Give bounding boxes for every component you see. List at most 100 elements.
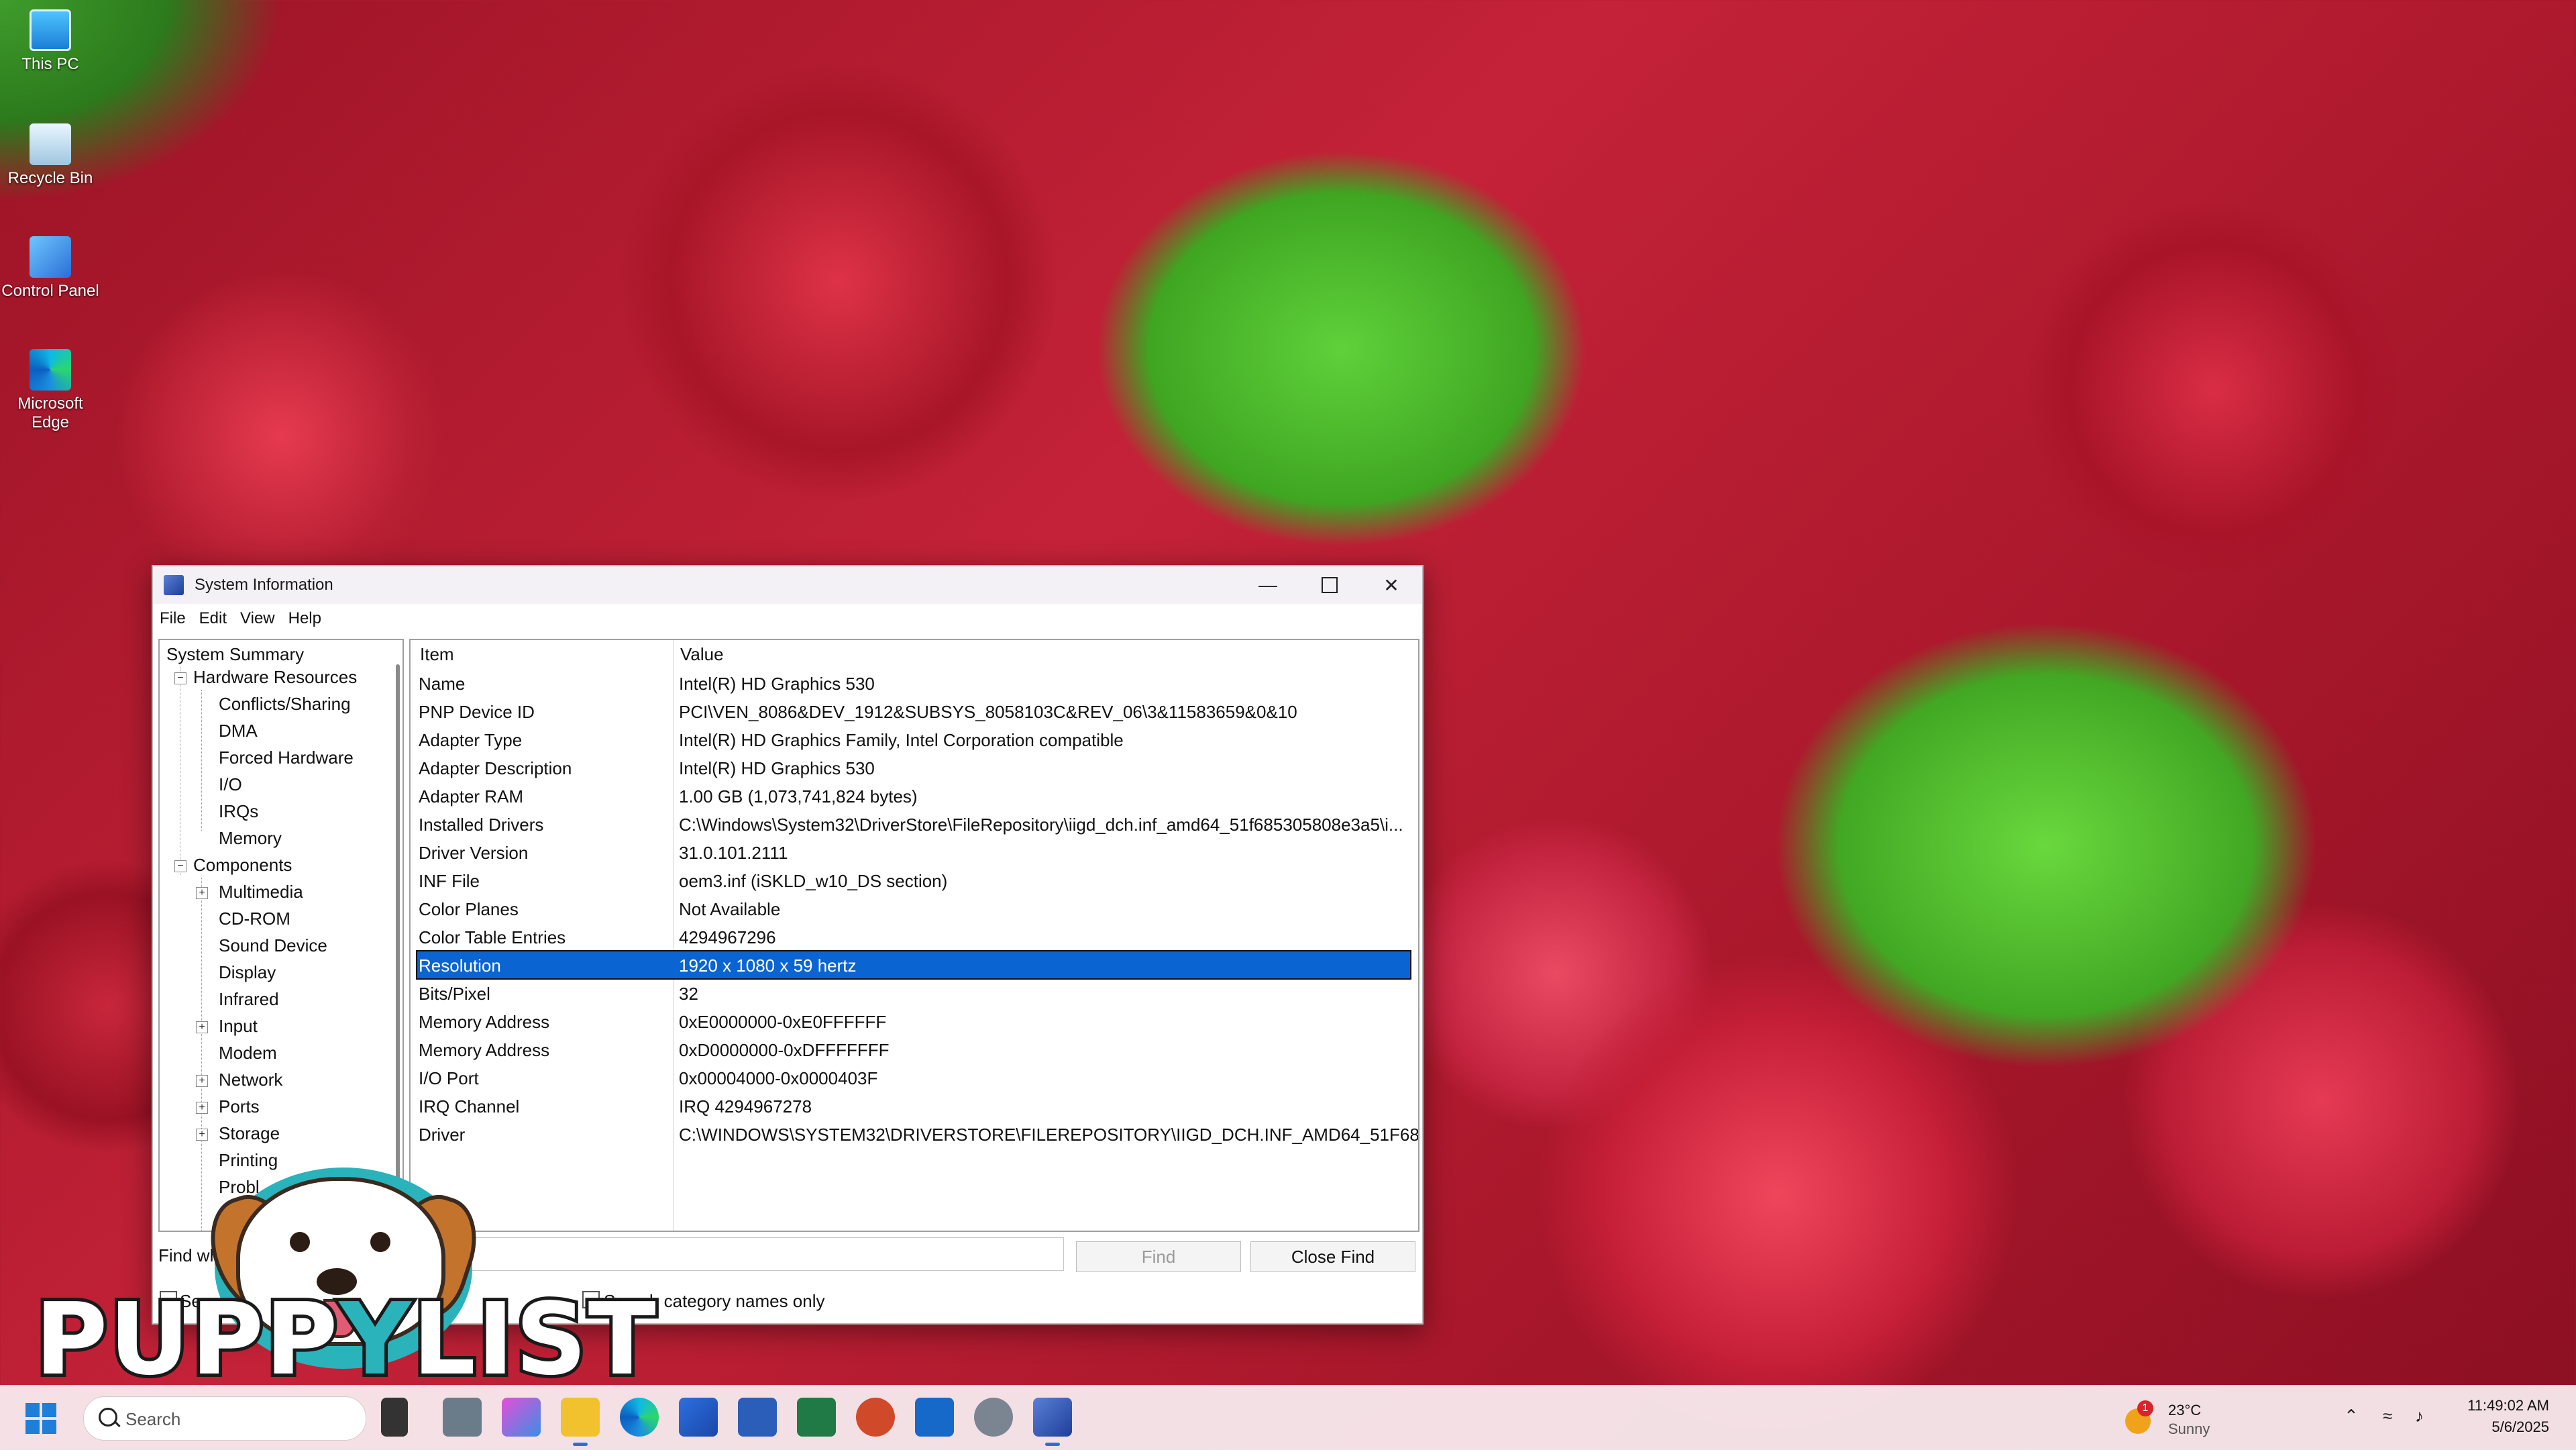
table-row[interactable]: Color Planes Not Available	[417, 895, 1410, 922]
table-row[interactable]: Adapter RAM 1.00 GB (1,073,741,824 bytes)	[417, 782, 1410, 809]
desktop-icon-recycle-bin[interactable]: Recycle Bin	[0, 118, 101, 188]
close-icon: ✕	[1383, 574, 1399, 596]
wifi-icon[interactable]: ≈	[2383, 1406, 2392, 1427]
table-row[interactable]: Memory Address 0xD0000000-0xDFFFFFFF	[417, 1036, 1410, 1063]
tree-item-hardware-resources[interactable]: Hardware Resources	[193, 667, 357, 688]
row-value: PCI\VEN_8086&DEV_1912&SUBSYS_8058103C&RE…	[679, 702, 1297, 722]
taskbar-search-box[interactable]: Search	[83, 1396, 366, 1441]
camera-app-icon[interactable]	[443, 1398, 482, 1437]
word-icon[interactable]	[738, 1398, 777, 1437]
tree-item-infrared[interactable]: Infrared	[219, 989, 279, 1010]
start-button[interactable]	[25, 1403, 56, 1434]
table-row[interactable]: INF File oem3.inf (iSKLD_w10_DS section)	[417, 867, 1410, 894]
row-item: Color Table Entries	[419, 927, 566, 947]
expand-icon[interactable]: +	[196, 1102, 208, 1114]
column-header-item[interactable]: Item	[420, 644, 454, 665]
row-value: C:\WINDOWS\SYSTEM32\DRIVERSTORE\FILEREPO…	[679, 1125, 1419, 1145]
table-row[interactable]: Installed Drivers C:\Windows\System32\Dri…	[417, 811, 1410, 837]
table-row[interactable]: Driver C:\WINDOWS\SYSTEM32\DRIVERSTORE\FI…	[417, 1121, 1418, 1147]
collapse-icon[interactable]: −	[174, 672, 186, 684]
row-item: Adapter Description	[419, 758, 572, 778]
tree-item-network[interactable]: Network	[219, 1070, 282, 1090]
excel-icon[interactable]	[797, 1398, 836, 1437]
volume-icon[interactable]: ♪	[2415, 1406, 2424, 1427]
desktop-icon-this-pc[interactable]: This PC	[0, 4, 101, 74]
table-row[interactable]: PNP Device ID PCI\VEN_8086&DEV_1912&SUBSY…	[417, 698, 1410, 725]
outlook-icon[interactable]	[915, 1398, 954, 1437]
tree-item-irqs[interactable]: IRQs	[219, 801, 258, 822]
tree-item-conflicts-sharing[interactable]: Conflicts/Sharing	[219, 694, 351, 715]
table-row[interactable]: Color Table Entries 4294967296	[417, 923, 1410, 950]
clock-time: 11:49:02 AM	[2467, 1397, 2549, 1414]
tree-item-multimedia[interactable]: Multimedia	[219, 882, 303, 902]
tree-item-components[interactable]: Components	[193, 855, 292, 876]
tree-item-io[interactable]: I/O	[219, 774, 242, 795]
edge-icon[interactable]	[620, 1398, 659, 1437]
window-title: System Information	[195, 576, 333, 594]
weather-widget[interactable]: 1 23°C Sunny	[2125, 1398, 2233, 1438]
close-find-button[interactable]: Close Find	[1250, 1241, 1415, 1272]
task-view-icon[interactable]	[381, 1398, 408, 1437]
table-row[interactable]: Name Intel(R) HD Graphics 530	[417, 670, 1410, 696]
tree-item-system-summary[interactable]: System Summary	[166, 644, 304, 665]
desktop-icon-control-panel[interactable]: Control Panel	[0, 231, 101, 301]
powerpoint-icon[interactable]	[856, 1398, 895, 1437]
row-value: Intel(R) HD Graphics 530	[679, 758, 875, 778]
find-button[interactable]: Find	[1076, 1241, 1241, 1272]
column-header-value[interactable]: Value	[680, 644, 724, 665]
tree-item-sound-device[interactable]: Sound Device	[219, 935, 327, 956]
tree-item-display[interactable]: Display	[219, 962, 276, 983]
desktop-icon-label: Microsoft Edge	[17, 395, 83, 431]
tree-item-input[interactable]: Input	[219, 1016, 258, 1037]
title-bar[interactable]: System Information — ✕	[153, 566, 1422, 604]
collapse-icon[interactable]: −	[174, 860, 186, 872]
control-panel-icon	[30, 236, 71, 278]
menu-view[interactable]: View	[233, 609, 282, 628]
row-value: Intel(R) HD Graphics Family, Intel Corpo…	[679, 730, 1124, 750]
tree-item-cd-rom[interactable]: CD-ROM	[219, 909, 290, 929]
menu-edit[interactable]: Edit	[193, 609, 233, 628]
tree-item-forced-hardware[interactable]: Forced Hardware	[219, 747, 354, 768]
table-row[interactable]: Memory Address 0xE0000000-0xE0FFFFFF	[417, 1008, 1410, 1035]
maximize-button[interactable]	[1299, 566, 1360, 604]
row-item: PNP Device ID	[419, 702, 535, 722]
tree-item-dma[interactable]: DMA	[219, 721, 258, 741]
taskbar-clock[interactable]: 11:49:02 AM 5/6/2025	[2467, 1395, 2549, 1438]
close-button[interactable]: ✕	[1360, 566, 1422, 604]
table-row[interactable]: Driver Version 31.0.101.2111	[417, 839, 1410, 866]
settings-icon[interactable]	[974, 1398, 1013, 1437]
row-value: 0xD0000000-0xDFFFFFFF	[679, 1040, 890, 1060]
row-item: Color Planes	[419, 899, 519, 919]
edge-icon	[30, 349, 71, 391]
menu-file[interactable]: File	[153, 609, 193, 628]
system-information-taskbar-icon[interactable]	[1033, 1398, 1072, 1446]
row-item: IRQ Channel	[419, 1096, 520, 1117]
store-icon[interactable]	[679, 1398, 718, 1437]
table-row[interactable]: I/O Port 0x00004000-0x0000403F	[417, 1064, 1410, 1091]
expand-icon[interactable]: +	[196, 1129, 208, 1141]
row-value: 1.00 GB (1,073,741,824 bytes)	[679, 786, 918, 807]
category-tree[interactable]: System Summary − Hardware Resources Conf…	[158, 639, 404, 1232]
menu-help[interactable]: Help	[282, 609, 328, 628]
expand-icon[interactable]: +	[196, 1021, 208, 1033]
tree-scrollbar[interactable]	[396, 664, 400, 1214]
tree-item-storage[interactable]: Storage	[219, 1123, 280, 1144]
tree-item-modem[interactable]: Modem	[219, 1043, 277, 1064]
file-explorer-icon[interactable]	[561, 1398, 600, 1446]
details-list[interactable]: Item Value Name Intel(R) HD Graphics 530 …	[409, 639, 1419, 1232]
row-value: 31.0.101.2111	[679, 843, 788, 863]
copilot-icon[interactable]	[502, 1398, 541, 1437]
tree-item-memory[interactable]: Memory	[219, 828, 282, 849]
table-row[interactable]: Adapter Description Intel(R) HD Graphics …	[417, 754, 1410, 781]
tree-item-ports[interactable]: Ports	[219, 1096, 260, 1117]
chevron-up-icon[interactable]: ⌃	[2344, 1406, 2359, 1427]
expand-icon[interactable]: +	[196, 1075, 208, 1087]
table-row-selected[interactable]: Resolution 1920 x 1080 x 59 hertz	[416, 950, 1411, 980]
expand-icon[interactable]: +	[196, 887, 208, 899]
table-row[interactable]: Bits/Pixel 32	[417, 980, 1410, 1006]
desktop-icon-edge[interactable]: Microsoft Edge	[0, 344, 101, 432]
table-row[interactable]: Adapter Type Intel(R) HD Graphics Family,…	[417, 726, 1410, 753]
row-value: C:\Windows\System32\DriverStore\FileRepo…	[679, 815, 1403, 835]
table-row[interactable]: IRQ Channel IRQ 4294967278	[417, 1092, 1410, 1119]
minimize-button[interactable]: —	[1237, 566, 1299, 604]
